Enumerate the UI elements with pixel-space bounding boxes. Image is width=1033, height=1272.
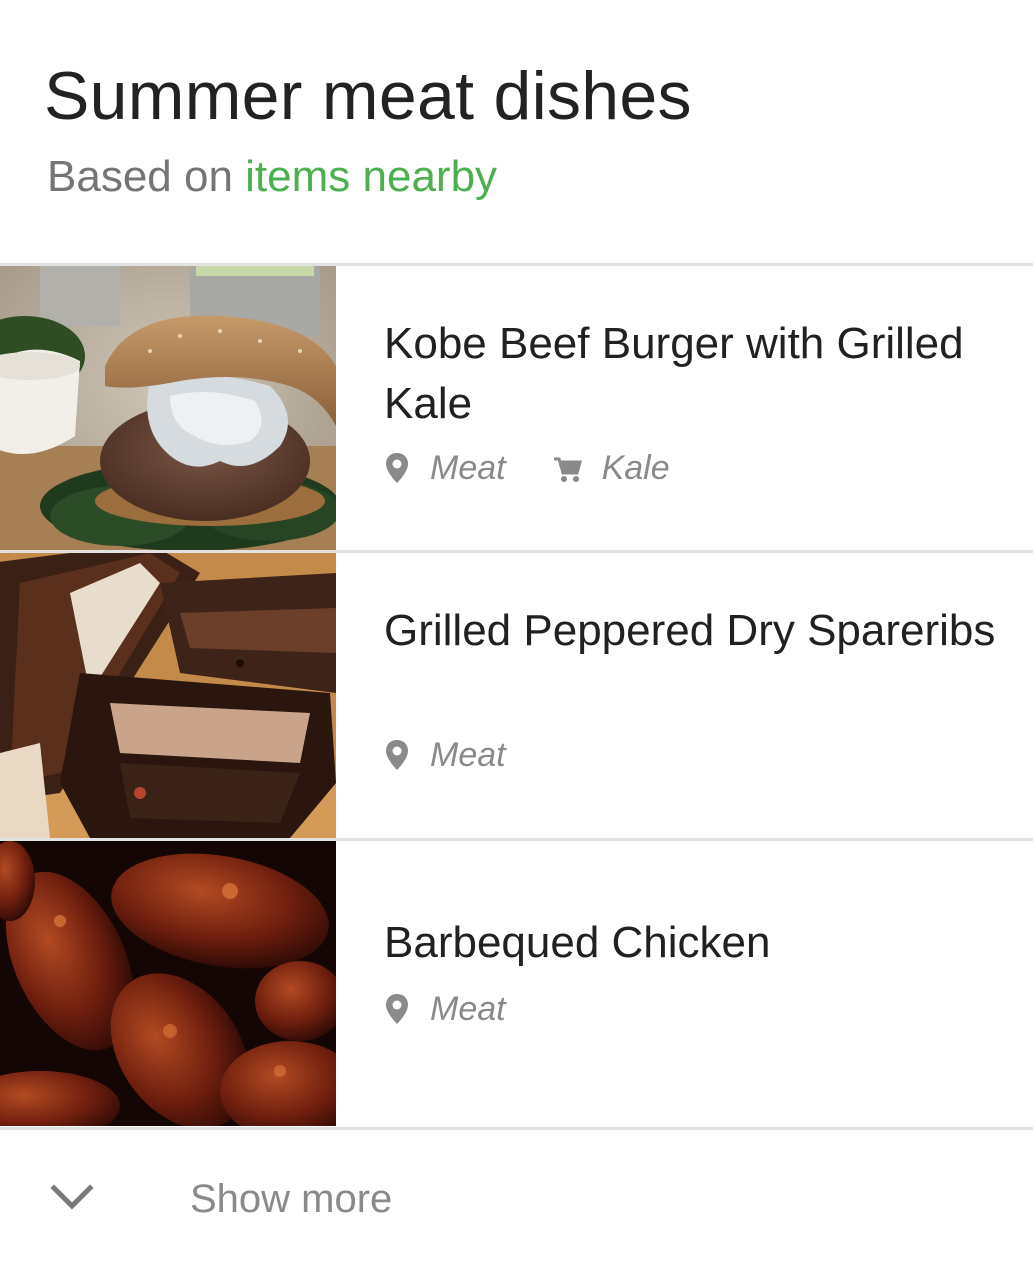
items-nearby-link[interactable]: items nearby	[245, 152, 497, 201]
subtitle: Based on items nearby	[47, 150, 497, 204]
show-more-button[interactable]: Show more	[0, 1130, 1033, 1272]
subtitle-prefix: Based on	[47, 152, 246, 201]
recipe-card-burger[interactable]: Kobe Beef Burger with Grilled Kale Meat …	[0, 266, 1033, 551]
tag-label: Kale	[601, 448, 670, 487]
recipe-title: Barbequed Chicken	[384, 918, 771, 967]
shopping-cart-icon	[552, 451, 582, 485]
list-header: Summer meat dishes Based on items nearby	[0, 0, 1033, 262]
location-pin-icon	[384, 451, 410, 485]
recipe-tags: Meat Kale	[384, 448, 670, 488]
recipe-card-bbq-chicken[interactable]: Barbequed Chicken Meat	[0, 841, 1033, 1126]
recipe-title: Grilled Peppered Dry Spareribs	[384, 606, 996, 655]
tag-label: Meat	[430, 989, 506, 1028]
show-more-label: Show more	[190, 1177, 393, 1221]
recipe-title: Kobe Beef Burger with Grilled Kale	[384, 319, 964, 428]
recipe-tags: Meat	[384, 989, 506, 1029]
tag-label: Meat	[430, 735, 506, 774]
recipe-tags: Meat	[384, 735, 506, 775]
spareribs-photo	[0, 553, 336, 838]
location-pin-icon	[384, 738, 410, 772]
page-title: Summer meat dishes	[44, 58, 692, 134]
recipe-card-spareribs[interactable]: Grilled Peppered Dry Spareribs Meat	[0, 553, 1033, 838]
burger-photo	[0, 266, 336, 551]
chevron-down-icon	[50, 1182, 94, 1212]
bbq-chicken-photo	[0, 841, 336, 1126]
tag-label: Meat	[430, 448, 506, 487]
location-pin-icon	[384, 992, 410, 1026]
